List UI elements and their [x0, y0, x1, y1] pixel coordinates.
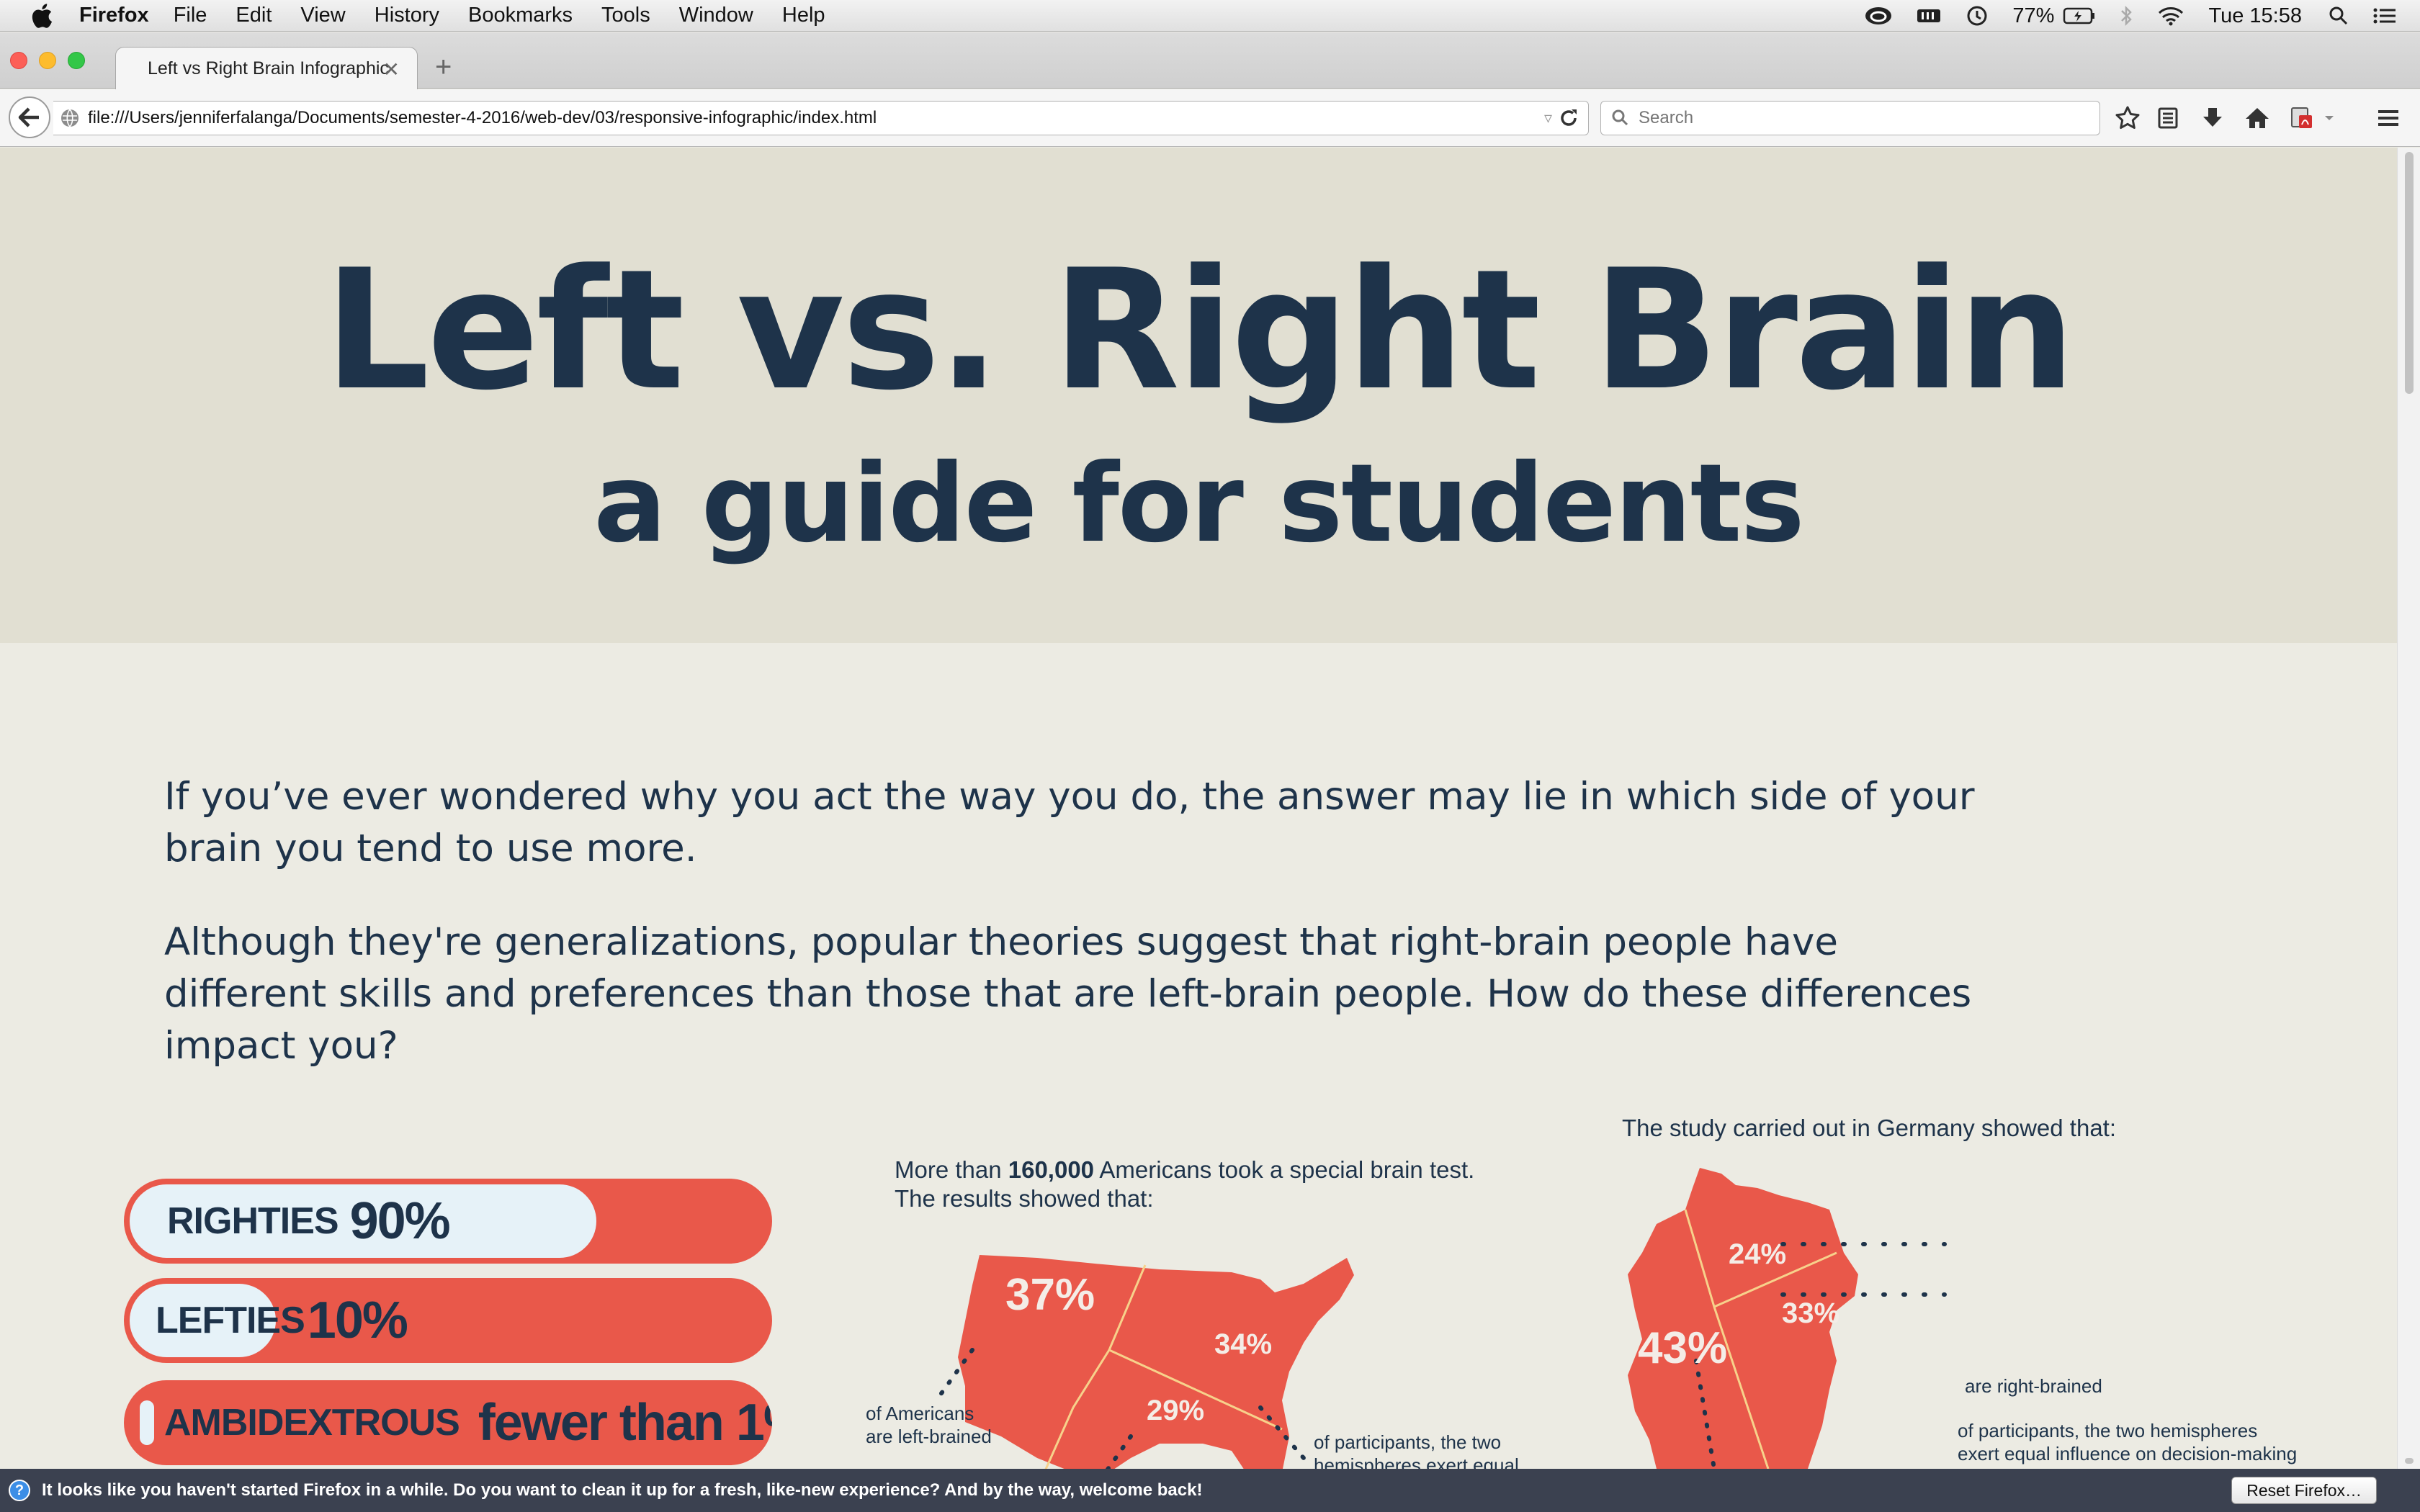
handedness-name: RIGHTIES: [167, 1200, 339, 1242]
handedness-label-lefties: LEFTIES 10%: [156, 1278, 408, 1363]
apple-icon[interactable]: [26, 0, 58, 32]
germany-note-2-line2: exert equal influence on decision-making: [1958, 1443, 2298, 1464]
scrollbar-thumb[interactable]: [2405, 152, 2414, 394]
menu-window[interactable]: Window: [679, 4, 753, 27]
handedness-name: AMBIDEXTROUS: [164, 1402, 460, 1444]
usa-caption: More than 160,000 Americans took a speci…: [895, 1156, 1474, 1213]
question-icon: ?: [9, 1480, 30, 1501]
bookmark-star-icon[interactable]: [2112, 102, 2143, 134]
handedness-value: 10%: [307, 1292, 408, 1349]
germany-note-2-line1: of participants, the two hemispheres: [1958, 1420, 2258, 1441]
acrobat-extension-icon[interactable]: [2287, 102, 2319, 134]
usa-percent-c: 29%: [1147, 1395, 1205, 1426]
reload-icon[interactable]: [1558, 107, 1579, 132]
macos-menubar: Firefox File Edit View History Bookmarks…: [0, 0, 2420, 32]
url-bar[interactable]: file:///Users/jenniferfalanga/Documents/…: [53, 101, 1589, 135]
menu-firefox[interactable]: Firefox: [79, 4, 149, 27]
reset-firefox-button[interactable]: Reset Firefox…: [2231, 1477, 2377, 1504]
search-icon: [1611, 109, 1630, 127]
close-window-button[interactable]: [10, 52, 27, 69]
menu-view[interactable]: View: [300, 4, 345, 27]
germany-caption: The study carried out in Germany showed …: [1622, 1115, 2117, 1141]
germany-percent-c: 43%: [1638, 1323, 1728, 1373]
usa-note-left: of Americans are left-brained: [866, 1402, 992, 1448]
minimize-window-button[interactable]: [39, 52, 56, 69]
menu-tools[interactable]: Tools: [601, 4, 650, 27]
intro-paragraph-2: Although they're generalizations, popula…: [164, 920, 1972, 1068]
notification-center-icon[interactable]: [2372, 6, 2397, 25]
wifi-icon[interactable]: [2156, 5, 2185, 27]
hero-header: Left vs. Right Brain a guide for student…: [0, 148, 2397, 643]
hamburger-menu-icon[interactable]: [2372, 102, 2404, 134]
germany-leader-lines: [1780, 1242, 1947, 1297]
memory-icon[interactable]: [1916, 6, 1942, 26]
search-input[interactable]: [1639, 108, 2071, 128]
home-icon[interactable]: [2241, 102, 2273, 134]
reset-notification-bar: ? It looks like you haven't started Fire…: [0, 1469, 2420, 1512]
handedness-fill-ambidextrous: [140, 1400, 154, 1445]
handedness-label-ambidextrous: AMBIDEXTROUS fewer than 1%: [164, 1380, 772, 1465]
usa-caption-post: Americans took a special brain test.: [1094, 1156, 1475, 1183]
zoom-window-button[interactable]: [68, 52, 85, 69]
navigation-toolbar: file:///Users/jenniferfalanga/Documents/…: [0, 89, 2420, 147]
downloads-icon[interactable]: [2197, 102, 2228, 134]
germany-note-2: of participants, the two hemispheres exe…: [1958, 1419, 2297, 1465]
usa-note-left-line2: are left-brained: [866, 1426, 992, 1447]
close-tab-icon[interactable]: ✕: [383, 58, 400, 81]
usa-note-right-line1: of participants, the two: [1314, 1431, 1502, 1453]
handedness-bar-righties: RIGHTIES 90%: [124, 1179, 772, 1264]
menu-history[interactable]: History: [375, 4, 439, 27]
search-bar[interactable]: [1600, 101, 2100, 135]
bookmarks-menu-icon[interactable]: [2152, 102, 2184, 134]
scrollbar-end: [2405, 1458, 2414, 1464]
handedness-value: fewer than 1%: [478, 1394, 772, 1452]
battery-percent[interactable]: 77%: [2012, 4, 2054, 28]
germany-percent-a: 24%: [1729, 1238, 1787, 1270]
vertical-scrollbar[interactable]: [2397, 148, 2420, 1469]
usa-percent-b: 34%: [1214, 1328, 1273, 1360]
menu-help[interactable]: Help: [782, 4, 825, 27]
menubar-clock[interactable]: Tue 15:58: [2208, 4, 2302, 28]
germany-map: [1628, 1168, 1858, 1469]
handedness-bar-lefties: LEFTIES 10%: [124, 1278, 772, 1363]
tab-strip: Left vs Right Brain Infographic ✕ +: [0, 32, 2420, 89]
menu-edit[interactable]: Edit: [236, 4, 272, 27]
history-dropdown-icon[interactable]: ▿: [1544, 109, 1552, 127]
germany-note-1: are right-brained: [1965, 1375, 2102, 1397]
handedness-label-righties: RIGHTIES 90%: [167, 1179, 451, 1264]
usa-note-right-line2: hemispheres exert equal: [1314, 1454, 1519, 1469]
menu-file[interactable]: File: [174, 4, 207, 27]
usa-percent-a: 37%: [1005, 1270, 1095, 1320]
back-arrow-icon: [18, 107, 39, 127]
usa-note-right: of participants, the two hemispheres exe…: [1314, 1431, 1519, 1469]
usa-caption-pre: More than: [895, 1156, 1008, 1183]
page-viewport: Left vs. Right Brain a guide for student…: [0, 148, 2397, 1469]
page-title: Left vs. Right Brain: [324, 235, 2076, 427]
tab-title: Left vs Right Brain Infographic: [148, 58, 389, 78]
usa-caption-line2: The results showed that:: [895, 1185, 1154, 1212]
spotlight-icon[interactable]: [2328, 5, 2349, 27]
handedness-bar-ambidextrous: AMBIDEXTROUS fewer than 1%: [124, 1380, 772, 1465]
handedness-name: LEFTIES: [156, 1300, 305, 1341]
site-identity-icon[interactable]: [59, 107, 81, 129]
back-button[interactable]: [9, 96, 50, 138]
extension-dropdown-icon[interactable]: [2322, 102, 2336, 134]
url-text[interactable]: file:///Users/jenniferfalanga/Documents/…: [88, 108, 877, 128]
menu-bookmarks[interactable]: Bookmarks: [468, 4, 573, 27]
creative-cloud-icon[interactable]: [1864, 5, 1893, 27]
new-tab-button[interactable]: +: [435, 51, 452, 84]
notification-text: It looks like you haven't started Firefo…: [42, 1480, 1203, 1500]
usa-note-left-line1: of Americans: [866, 1403, 974, 1424]
tab-active[interactable]: Left vs Right Brain Infographic ✕: [115, 47, 418, 89]
usa-caption-count: 160,000: [1008, 1156, 1095, 1183]
handedness-value: 90%: [349, 1192, 451, 1250]
time-machine-icon[interactable]: [1965, 4, 1989, 28]
status-area: 77% Tue 15:58: [1864, 0, 2420, 32]
bluetooth-icon[interactable]: [2119, 4, 2133, 27]
page-subtitle: a guide for students: [593, 441, 1805, 567]
battery-icon[interactable]: [2063, 6, 2096, 25]
intro-paragraph-1: If you’ve ever wondered why you act the …: [164, 775, 1975, 870]
